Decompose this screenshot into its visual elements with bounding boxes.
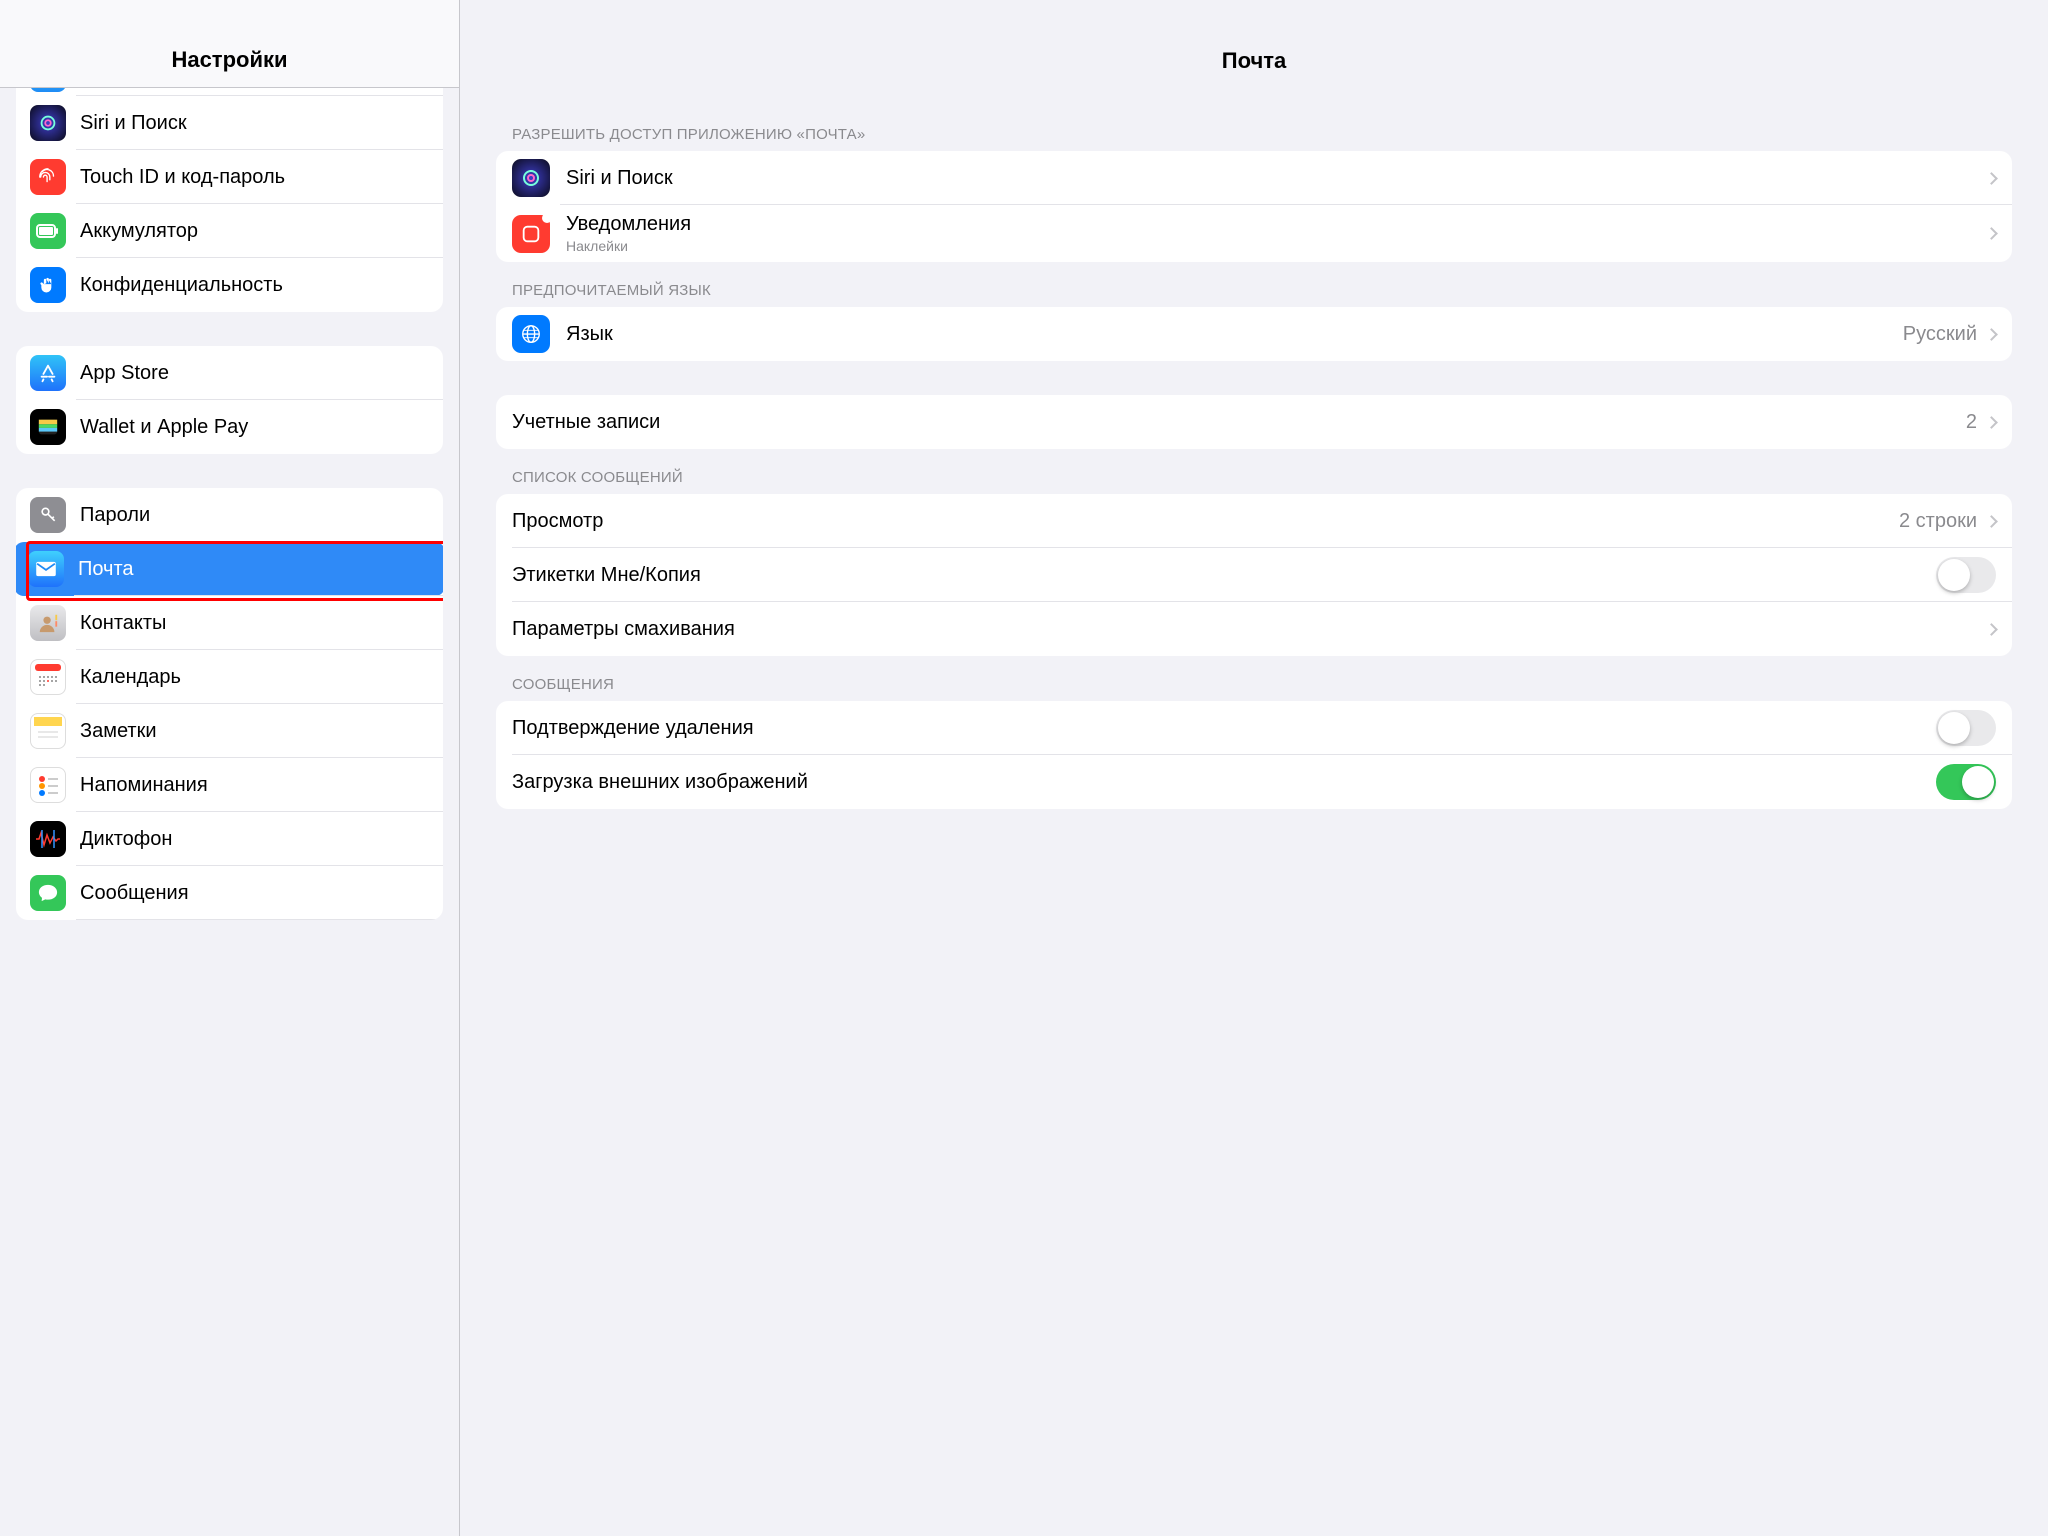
notes-icon	[30, 713, 66, 749]
appstore-icon	[30, 355, 66, 391]
detail-row-remoteimages[interactable]: Загрузка внешних изображений	[496, 755, 2012, 809]
sidebar-item-mail[interactable]: Почта	[16, 542, 443, 596]
voicememo-icon	[30, 821, 66, 857]
chevron-right-icon	[1985, 416, 1998, 429]
detail-row-siri[interactable]: Siri и Поиск	[496, 151, 2012, 205]
detail-group-msglist: Просмотр 2 строки Этикетки Мне/Копия Пар…	[496, 494, 2012, 656]
battery-settings-icon	[30, 213, 66, 249]
siri-icon	[512, 159, 550, 197]
detail-row-preview[interactable]: Просмотр 2 строки	[496, 494, 2012, 548]
sidebar-item-battery[interactable]: Аккумулятор	[16, 204, 443, 258]
reminders-icon	[30, 767, 66, 803]
wallet-icon	[30, 409, 66, 445]
section-header-language: ПРЕДПОЧИТАЕМЫЙ ЯЗЫК	[512, 282, 1996, 299]
detail-row-swipe[interactable]: Параметры смахивания	[496, 602, 2012, 656]
detail-group-language: Язык Русский	[496, 307, 2012, 361]
detail-group-messages: Подтверждение удаления Загрузка внешних …	[496, 701, 2012, 809]
settings-sidebar: Настройки Siri и Поиск	[0, 0, 460, 1536]
chevron-right-icon	[1985, 227, 1998, 240]
detail-group-access: Siri и Поиск Уведомления Наклейки	[496, 151, 2012, 262]
chevron-right-icon	[1985, 172, 1998, 185]
detail-row-notifications[interactable]: Уведомления Наклейки	[496, 205, 2012, 262]
sidebar-item-reminders[interactable]: Напоминания	[16, 758, 443, 812]
detail-title: Почта	[1222, 48, 1287, 74]
key-icon	[30, 497, 66, 533]
sidebar-item-contacts[interactable]: Контакты	[16, 596, 443, 650]
sidebar-item-touchid[interactable]: Touch ID и код-пароль	[16, 150, 443, 204]
sidebar-group: Siri и Поиск Touch ID и код-пароль Аккум…	[16, 88, 443, 312]
sidebar-item-voicememo[interactable]: Диктофон	[16, 812, 443, 866]
notifications-icon	[512, 215, 550, 253]
sidebar-item-notes[interactable]: Заметки	[16, 704, 443, 758]
detail-row-confirmdelete[interactable]: Подтверждение удаления	[496, 701, 2012, 755]
section-header-msglist: СПИСОК СООБЩЕНИЙ	[512, 469, 1996, 486]
mail-icon	[28, 551, 64, 587]
sidebar-group: Пароли Почта Контакты	[16, 488, 443, 920]
detail-row-accounts[interactable]: Учетные записи 2	[496, 395, 2012, 449]
toggle-tomecc[interactable]	[1936, 557, 1996, 593]
sidebar-item-calendar[interactable]: Календарь	[16, 650, 443, 704]
fingerprint-icon	[30, 159, 66, 195]
wallpaper-icon	[30, 88, 66, 92]
messages-icon	[30, 875, 66, 911]
detail-row-language[interactable]: Язык Русский	[496, 307, 2012, 361]
detail-group-accounts: Учетные записи 2	[496, 395, 2012, 449]
hand-icon	[30, 267, 66, 303]
detail-header: Почта	[460, 0, 2048, 88]
sidebar-item-privacy[interactable]: Конфиденциальность	[16, 258, 443, 312]
chevron-right-icon	[1985, 623, 1998, 636]
calendar-icon	[30, 659, 66, 695]
sidebar-item-appstore[interactable]: App Store	[16, 346, 443, 400]
sidebar-item-passwords[interactable]: Пароли	[16, 488, 443, 542]
toggle-remoteimages[interactable]	[1936, 764, 1996, 800]
toggle-confirmdelete[interactable]	[1936, 710, 1996, 746]
chevron-right-icon	[1985, 515, 1998, 528]
chevron-right-icon	[1985, 328, 1998, 341]
globe-icon	[512, 315, 550, 353]
sidebar-header: Настройки	[0, 0, 459, 88]
contacts-icon	[30, 605, 66, 641]
section-header-access: РАЗРЕШИТЬ ДОСТУП ПРИЛОЖЕНИЮ «ПОЧТА»	[512, 126, 1996, 143]
sidebar-item-messages[interactable]: Сообщения	[16, 866, 443, 920]
detail-row-tomecc[interactable]: Этикетки Мне/Копия	[496, 548, 2012, 602]
siri-icon	[30, 105, 66, 141]
sidebar-item-wallpaper[interactable]	[16, 88, 443, 96]
sidebar-item-siri[interactable]: Siri и Поиск	[16, 96, 443, 150]
section-header-messages: СООБЩЕНИЯ	[512, 676, 1996, 693]
detail-pane: Почта РАЗРЕШИТЬ ДОСТУП ПРИЛОЖЕНИЮ «ПОЧТА…	[460, 0, 2048, 1536]
sidebar-group: App Store Wallet и Apple Pay	[16, 346, 443, 454]
sidebar-item-wallet[interactable]: Wallet и Apple Pay	[16, 400, 443, 454]
sidebar-title: Настройки	[171, 47, 287, 73]
